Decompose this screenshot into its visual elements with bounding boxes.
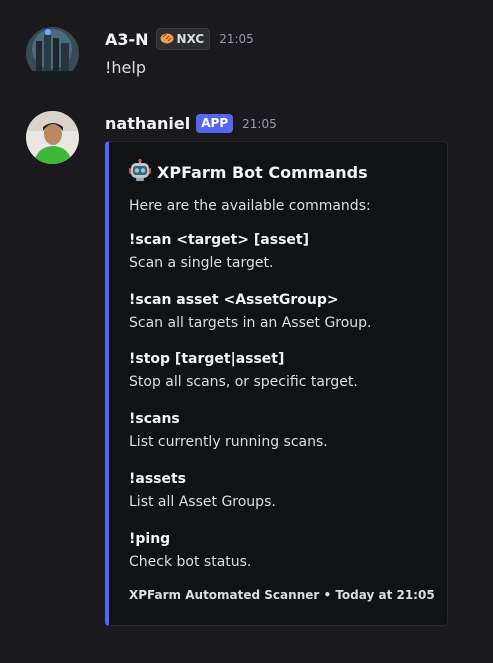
embed-footer: XPFarm Automated Scanner • Today at 21:0…: [129, 588, 435, 602]
message-content: !help: [105, 58, 146, 77]
embed-title-text: XPFarm Bot Commands: [157, 162, 368, 182]
embed-title: XPFarm Bot Commands: [129, 158, 368, 185]
avatar[interactable]: [26, 27, 79, 80]
embed: XPFarm Bot Commands Here are the availab…: [105, 141, 448, 626]
robot-icon: [129, 158, 151, 185]
embed-field: !scan asset <AssetGroup> Scan all target…: [129, 290, 372, 333]
avatar[interactable]: [26, 111, 79, 164]
guild-tag[interactable]: NXC: [155, 28, 211, 50]
embed-field: !scan <target> [asset] Scan a single tar…: [129, 230, 309, 273]
field-name: !scan <target> [asset]: [129, 232, 309, 248]
bread-icon: [160, 32, 174, 47]
embed-field: !ping Check bot status.: [129, 529, 251, 572]
embed-field: !scans List currently running scans.: [129, 409, 328, 452]
field-name: !scan asset <AssetGroup>: [129, 292, 339, 308]
timestamp[interactable]: 21:05: [219, 32, 254, 46]
timestamp[interactable]: 21:05: [242, 117, 277, 131]
field-value: List all Asset Groups.: [129, 494, 276, 510]
message-header: A3-N NXC 21:05: [105, 28, 254, 50]
field-name: !assets: [129, 471, 187, 487]
embed-field: !stop [target|asset] Stop all scans, or …: [129, 349, 358, 392]
field-value: Stop all scans, or specific target.: [129, 374, 358, 390]
field-value: Scan all targets in an Asset Group.: [129, 315, 372, 331]
field-name: !ping: [129, 531, 171, 547]
message-header: nathaniel APP 21:05: [105, 114, 277, 133]
field-value: Check bot status.: [129, 554, 252, 570]
field-name: !stop [target|asset]: [129, 351, 285, 367]
username[interactable]: nathaniel: [105, 114, 190, 133]
username[interactable]: A3-N: [105, 30, 149, 49]
embed-description: Here are the available commands:: [129, 198, 371, 214]
guild-tag-label: NXC: [176, 32, 205, 46]
field-value: Scan a single target.: [129, 255, 274, 271]
field-value: List currently running scans.: [129, 434, 328, 450]
embed-field: !assets List all Asset Groups.: [129, 469, 276, 512]
field-name: !scans: [129, 411, 180, 427]
app-badge: APP: [196, 114, 234, 133]
